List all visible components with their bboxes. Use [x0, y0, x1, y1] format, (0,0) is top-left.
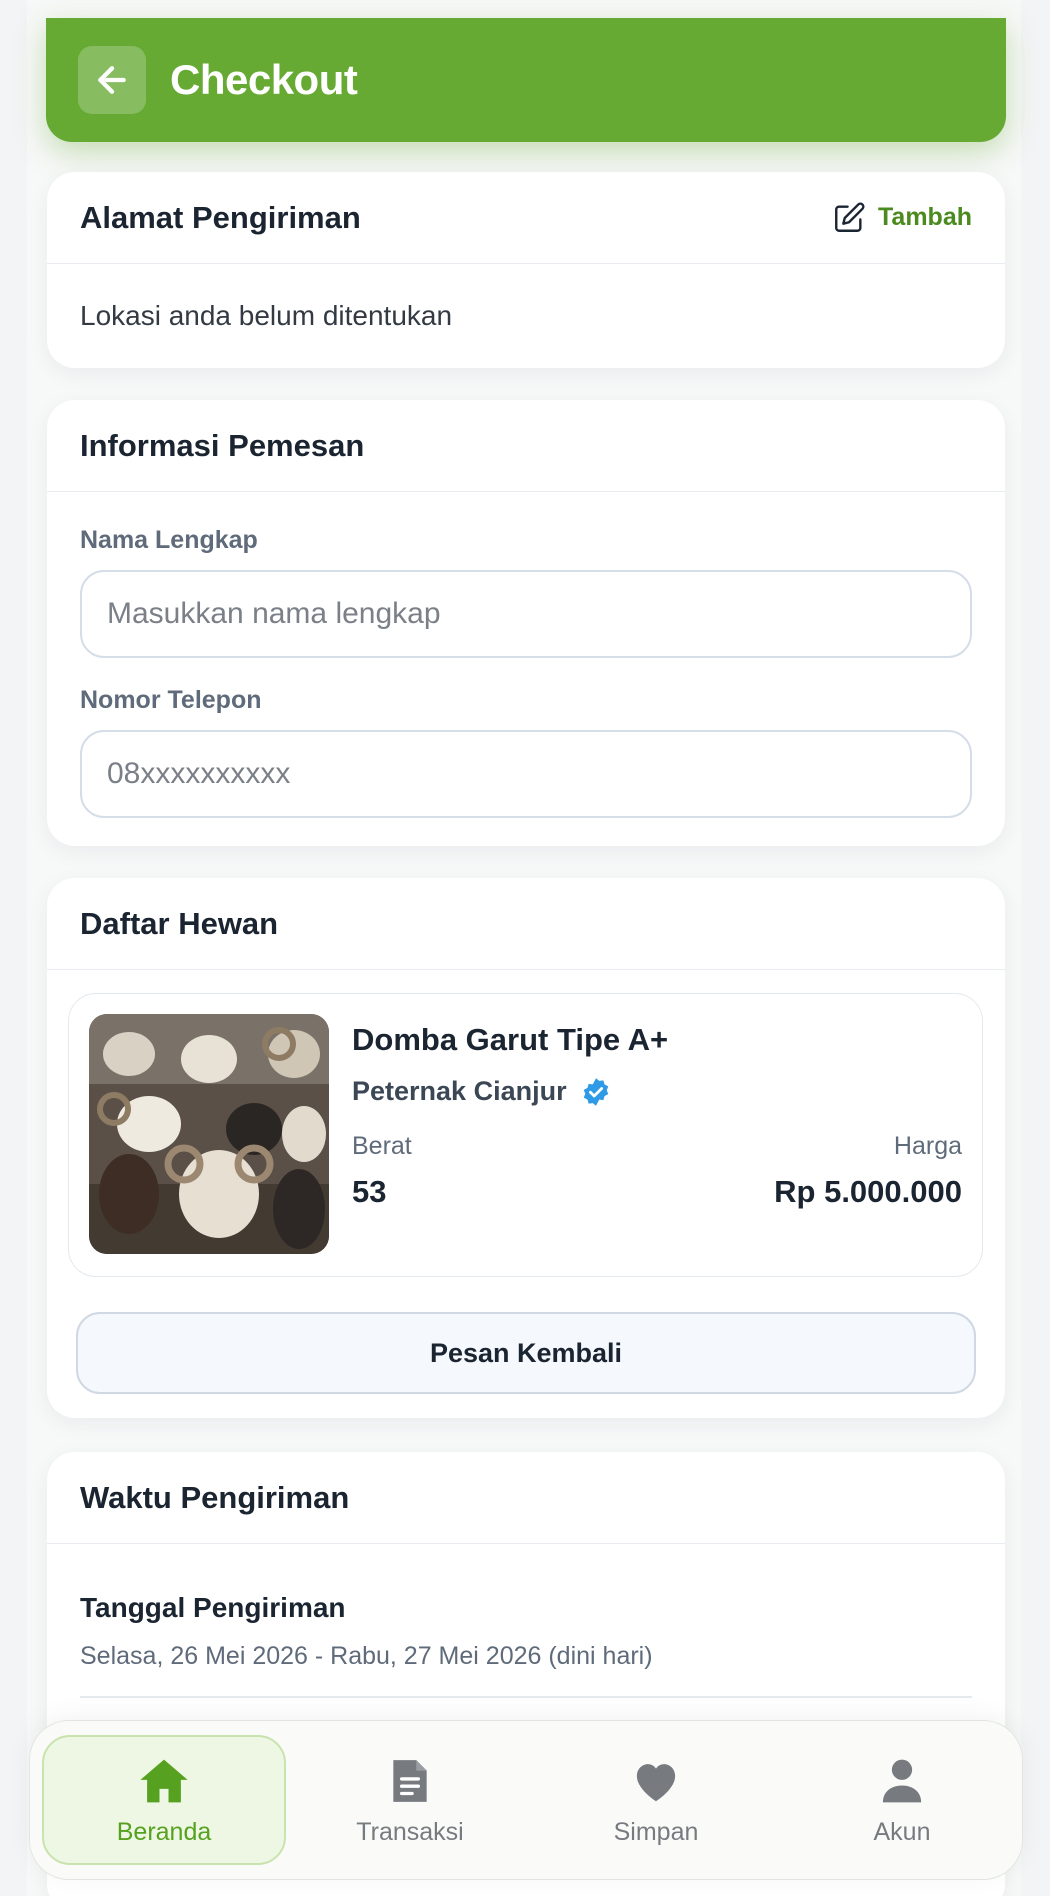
name-input[interactable]: Masukkan nama lengkap	[80, 570, 972, 658]
nav-label-beranda: Beranda	[116, 1817, 212, 1846]
page-title: Checkout	[170, 56, 358, 103]
add-address-label: Tambah	[878, 203, 972, 231]
nav-label-transaksi: Transaksi	[356, 1817, 464, 1846]
customer-info-title: Informasi Pemesan	[80, 427, 365, 463]
nav-label-simpan: Simpan	[613, 1817, 699, 1846]
animal-item[interactable]: Domba Garut Tipe A+ Peternak Cianjur Ber…	[68, 993, 983, 1277]
animal-name: Domba Garut Tipe A+	[352, 1022, 669, 1057]
animal-photo	[89, 1014, 329, 1254]
weight-label: Berat	[352, 1132, 412, 1160]
customer-info-card: Informasi Pemesan Nama Lengkap Masukkan …	[47, 400, 1005, 846]
address-title: Alamat Pengiriman	[80, 199, 361, 235]
phone-label: Nomor Telepon	[80, 686, 262, 714]
phone-input[interactable]: 08xxxxxxxxxx	[80, 730, 972, 818]
animal-list-title: Daftar Hewan	[80, 905, 279, 941]
nav-item-akun[interactable]: Akun	[780, 1735, 1024, 1865]
animal-list-card: Daftar Hewan Domba Garut Tipe A+ Peterna…	[47, 878, 1005, 1418]
add-address-button[interactable]: Tambah	[832, 201, 972, 235]
receipt-icon	[393, 1759, 427, 1802]
name-label: Nama Lengkap	[80, 526, 258, 554]
nav-item-transaksi[interactable]: Transaksi	[288, 1735, 532, 1865]
price-label: Harga	[893, 1132, 962, 1160]
heart-icon	[636, 1763, 676, 1801]
address-empty-text: Lokasi anda belum ditentukan	[80, 300, 453, 331]
nav-item-beranda[interactable]: Beranda	[42, 1735, 286, 1865]
back-button[interactable]	[78, 46, 146, 114]
nav-item-simpan[interactable]: Simpan	[534, 1735, 778, 1865]
seller-row: Peternak Cianjur	[352, 1076, 611, 1107]
app-header: Checkout	[46, 18, 1006, 142]
delivery-time-title: Waktu Pengiriman	[80, 1479, 350, 1515]
price-value: Rp 5.000.000	[774, 1174, 962, 1209]
edit-icon	[835, 201, 865, 232]
weight-value: 53	[352, 1174, 387, 1209]
seller-name: Peternak Cianjur	[352, 1076, 567, 1106]
home-icon	[140, 1759, 188, 1802]
reorder-button[interactable]: Pesan Kembali	[76, 1312, 976, 1394]
divider	[80, 1696, 972, 1698]
bottom-navigation: Beranda Transaksi Simpan Akun	[29, 1720, 1023, 1880]
nav-label-akun: Akun	[873, 1817, 931, 1846]
address-card: Alamat Pengiriman Tambah Lokasi anda bel…	[47, 172, 1005, 368]
delivery-date-text: Selasa, 26 Mei 2026 - Rabu, 27 Mei 2026 …	[80, 1642, 653, 1670]
user-icon	[882, 1759, 922, 1802]
arrow-left-icon	[98, 66, 126, 94]
verified-badge-icon	[583, 1077, 608, 1106]
delivery-date-title: Tanggal Pengiriman	[80, 1592, 346, 1623]
